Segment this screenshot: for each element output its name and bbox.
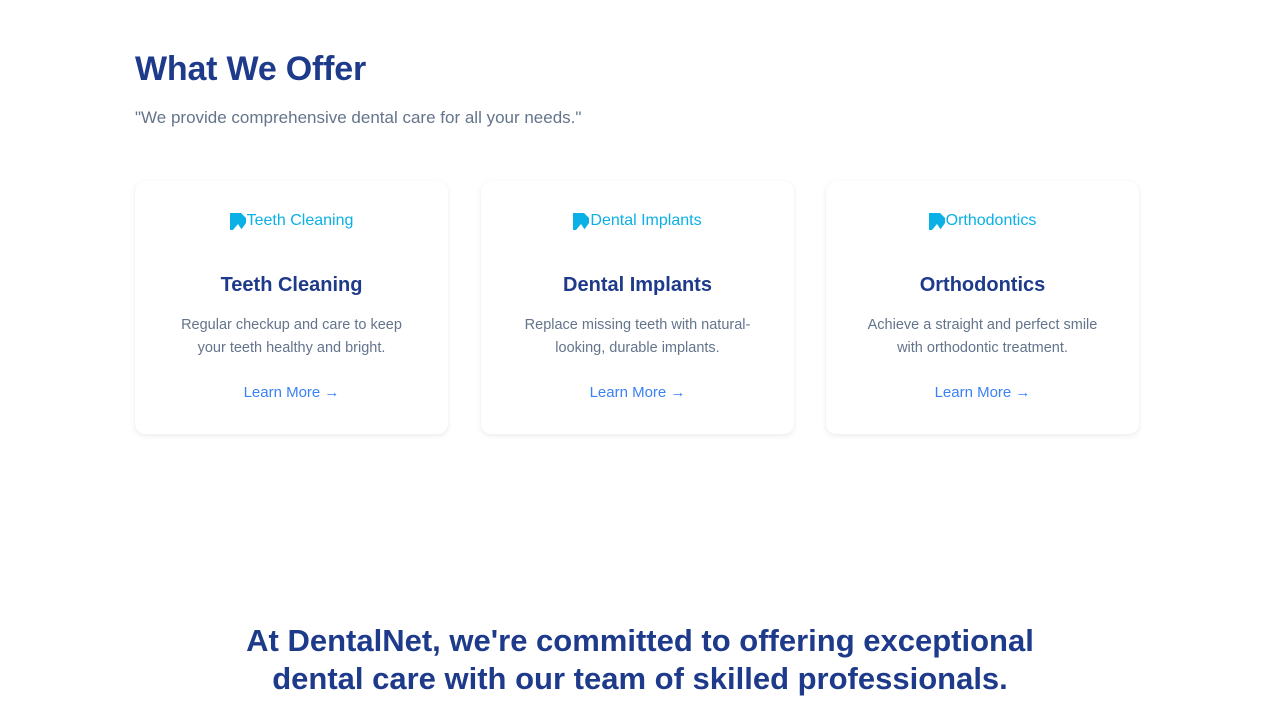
mission-statement: At DentalNet, we're committed to offerin… xyxy=(0,622,1280,698)
service-cards: Teeth Cleaning Teeth Cleaning Regular ch… xyxy=(135,181,1140,434)
learn-more-link[interactable]: Learn More → xyxy=(481,384,794,401)
service-image-alt: Orthodontics xyxy=(945,212,1037,229)
service-image-alt: Dental Implants xyxy=(590,212,702,229)
mission-line-2: dental care with our team of skilled pro… xyxy=(272,661,1008,696)
section-subtitle: "We provide comprehensive dental care fo… xyxy=(135,108,582,127)
mission-line-1: At DentalNet, we're committed to offerin… xyxy=(246,623,1034,658)
broken-image-icon xyxy=(573,212,590,230)
broken-image-icon xyxy=(928,212,945,230)
service-image-alt: Teeth Cleaning xyxy=(246,212,354,229)
service-image: Orthodontics xyxy=(826,210,1139,232)
service-description: Replace missing teeth with natural-looki… xyxy=(524,317,751,356)
service-description: Achieve a straight and perfect smile wit… xyxy=(867,317,1098,356)
section-heading: What We Offer xyxy=(135,50,367,88)
service-title: Teeth Cleaning xyxy=(220,274,363,296)
service-image: Dental Implants xyxy=(481,210,794,232)
service-description: Regular checkup and care to keep your te… xyxy=(181,317,402,356)
service-image: Teeth Cleaning xyxy=(135,210,448,232)
service-title: Dental Implants xyxy=(563,274,712,296)
learn-more-link[interactable]: Learn More → xyxy=(826,384,1139,401)
service-card-orthodontics: Orthodontics Orthodontics Achieve a stra… xyxy=(826,181,1139,434)
service-card-dental-implants: Dental Implants Dental Implants Replace … xyxy=(481,181,794,434)
learn-more-link[interactable]: Learn More → xyxy=(135,384,448,401)
service-card-teeth-cleaning: Teeth Cleaning Teeth Cleaning Regular ch… xyxy=(135,181,448,434)
broken-image-icon xyxy=(229,212,246,230)
service-title: Orthodontics xyxy=(919,274,1046,296)
